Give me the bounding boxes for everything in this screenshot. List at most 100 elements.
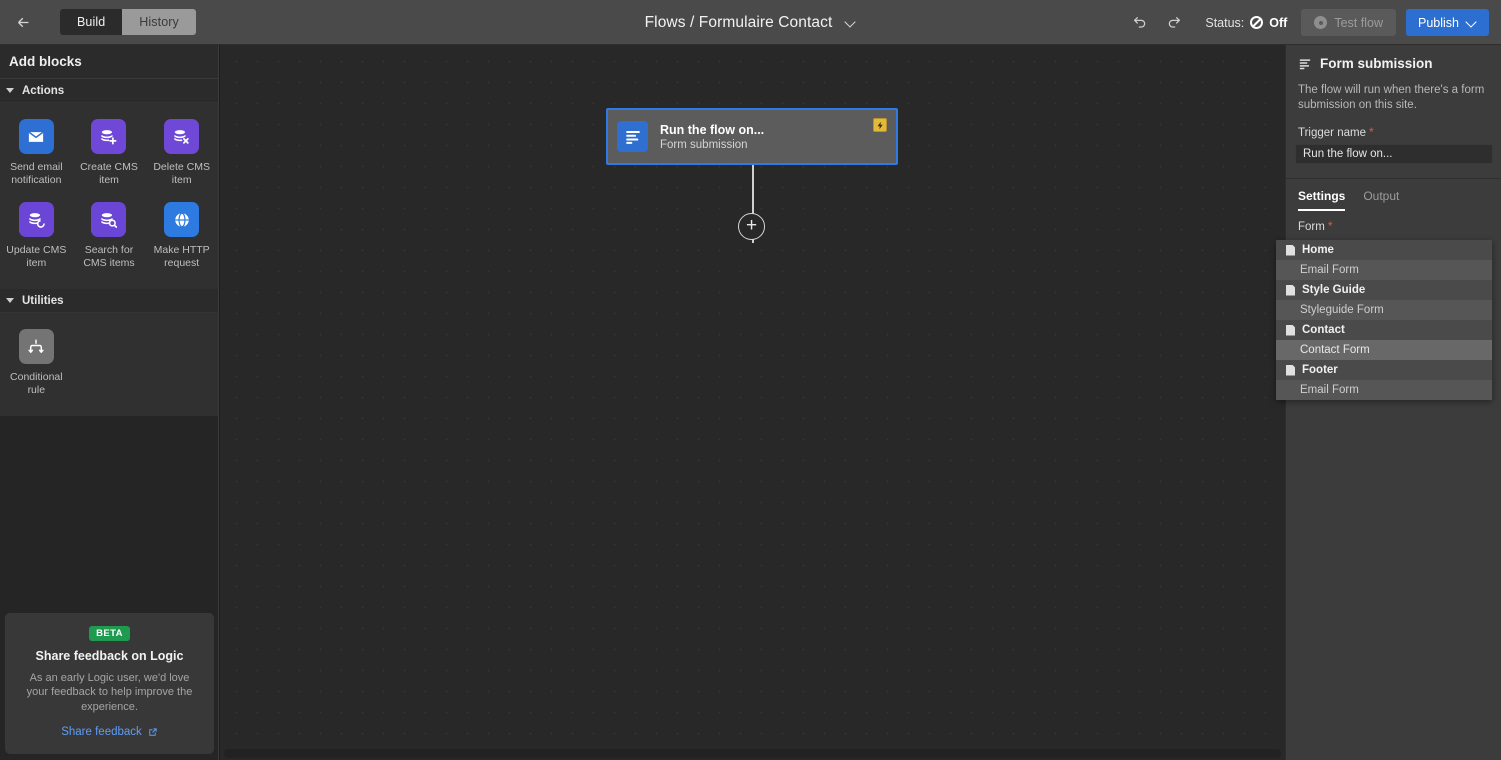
trigger-node-text: Run the flow on... Form submission — [660, 123, 764, 151]
required-marker: * — [1368, 125, 1374, 139]
play-icon — [1314, 16, 1328, 29]
page-title: Flows / Formulaire Contact — [644, 13, 833, 31]
flow-title-dropdown[interactable]: Flows / Formulaire Contact — [645, 14, 857, 32]
cms-plus-icon — [91, 119, 127, 154]
page-icon — [1286, 364, 1295, 376]
share-feedback-link[interactable]: Share feedback — [61, 726, 158, 738]
test-flow-label: Test flow — [1334, 15, 1383, 30]
block-label: Make HTTP request — [153, 244, 210, 269]
status-indicator: Status: Off — [1205, 16, 1287, 30]
trigger-node-title: Run the flow on... — [660, 122, 765, 137]
inspector-description: The flow will run when there's a form su… — [1298, 84, 1485, 111]
actions-block-grid: Send email notification Create CMS item — [0, 103, 218, 289]
section-title: Actions — [22, 84, 65, 97]
canvas-horizontal-scrollbar[interactable] — [224, 749, 1281, 758]
tab-output[interactable]: Output — [1363, 189, 1399, 211]
cms-search-icon — [91, 202, 127, 237]
add-node-button[interactable]: + — [738, 213, 765, 240]
trigger-node[interactable]: Run the flow on... Form submission — [606, 108, 898, 165]
chevron-down-icon — [6, 298, 14, 303]
status-value: Off — [1269, 15, 1288, 30]
top-bar-actions: Status: Off Test flow Publish — [1123, 0, 1489, 45]
chevron-down-icon — [846, 18, 856, 28]
block-label: Conditional rule — [10, 371, 63, 396]
redo-icon — [1169, 16, 1181, 28]
block-make-http-request[interactable]: Make HTTP request — [145, 196, 218, 279]
sidebar-header: Add blocks — [0, 45, 218, 79]
trigger-name-label-row: Trigger name * — [1286, 113, 1501, 144]
tab-settings[interactable]: Settings — [1298, 189, 1346, 211]
section-header-utilities[interactable]: Utilities — [0, 289, 218, 313]
dropdown-group: Style Guide — [1276, 280, 1492, 300]
arrow-left-icon — [17, 17, 28, 27]
page-icon — [1286, 284, 1295, 296]
form-submission-icon — [1299, 58, 1311, 69]
dropdown-option-label: Styleguide Form — [1300, 304, 1384, 316]
chevron-down-icon — [6, 88, 14, 93]
feedback-body: As an early Logic user, we'd love your f… — [26, 671, 193, 713]
block-conditional-rule[interactable]: Conditional rule — [0, 323, 73, 406]
globe-icon — [164, 202, 200, 237]
inspector-title: Form submission — [1320, 56, 1433, 71]
form-select-dropdown[interactable]: Home Email Form Style Guide Styleguide F… — [1276, 240, 1492, 400]
block-label: Send email notification — [10, 161, 63, 186]
dropdown-group-label: Footer — [1302, 364, 1338, 376]
test-flow-button[interactable]: Test flow — [1301, 9, 1396, 36]
undo-button[interactable] — [1125, 8, 1155, 38]
section-header-actions[interactable]: Actions — [0, 79, 218, 103]
external-link-icon — [149, 727, 157, 736]
form-label-row: Form * — [1286, 211, 1501, 238]
tab-build[interactable]: Build — [60, 9, 123, 35]
branch-icon — [18, 329, 54, 364]
dropdown-option-label: Contact Form — [1300, 344, 1370, 356]
block-create-cms-item[interactable]: Create CMS item — [73, 113, 146, 196]
block-label: Search for CMS items — [83, 244, 135, 269]
cms-x-icon — [164, 119, 200, 154]
block-send-email-notification[interactable]: Send email notification — [0, 113, 73, 196]
section-title: Utilities — [22, 294, 64, 307]
block-label: Delete CMS item — [153, 161, 210, 186]
publish-button[interactable]: Publish — [1406, 9, 1489, 36]
block-delete-cms-item[interactable]: Delete CMS item — [145, 113, 218, 196]
plus-icon: + — [745, 215, 758, 236]
trigger-node-subtitle: Form submission — [660, 138, 748, 151]
block-label: Create CMS item — [80, 161, 138, 186]
form-label: Form — [1298, 221, 1325, 233]
publish-label: Publish — [1418, 15, 1459, 30]
back-button[interactable] — [0, 0, 46, 45]
page-icon — [1286, 244, 1295, 256]
inspector-panel: Form submission The flow will run when t… — [1276, 45, 1501, 760]
dropdown-group-label: Contact — [1302, 324, 1345, 336]
inspector-header: Form submission — [1286, 45, 1501, 83]
dropdown-option-label: Email Form — [1300, 264, 1359, 276]
cms-refresh-icon — [18, 202, 54, 237]
chevron-down-icon — [1467, 18, 1477, 28]
feedback-card: BETA Share feedback on Logic As an early… — [5, 612, 214, 754]
beta-badge: BETA — [89, 625, 130, 641]
page-icon — [1286, 324, 1295, 336]
top-bar: Build History Flows / Formulaire Contact… — [0, 0, 1501, 45]
block-update-cms-item[interactable]: Update CMS item — [0, 196, 73, 279]
lightning-icon — [873, 118, 887, 132]
dropdown-group-label: Home — [1302, 244, 1334, 256]
block-search-for-cms-items[interactable]: Search for CMS items — [73, 196, 146, 279]
trigger-name-input[interactable]: Run the flow on... — [1295, 144, 1493, 164]
block-label: Update CMS item — [6, 244, 67, 269]
tab-history[interactable]: History — [122, 9, 196, 35]
dropdown-option[interactable]: Email Form — [1276, 380, 1492, 400]
dropdown-option[interactable]: Styleguide Form — [1276, 300, 1492, 320]
add-blocks-sidebar: Add blocks Actions Send email notificati… — [0, 45, 219, 760]
flow-canvas[interactable]: Run the flow on... Form submission + — [220, 45, 1285, 760]
redo-button[interactable] — [1159, 8, 1189, 38]
dropdown-option-selected[interactable]: Contact Form — [1276, 340, 1492, 360]
status-label: Status: — [1205, 15, 1245, 30]
feedback-title: Share feedback on Logic — [35, 648, 184, 663]
off-icon — [1250, 16, 1264, 29]
dropdown-group: Contact — [1276, 320, 1492, 340]
dropdown-option[interactable]: Email Form — [1276, 260, 1492, 280]
trigger-name-label: Trigger name — [1298, 127, 1366, 139]
utilities-block-grid: Conditional rule — [0, 313, 218, 416]
share-feedback-label: Share feedback — [61, 726, 142, 738]
mode-segmented-control: Build History — [60, 9, 196, 35]
dropdown-group-label: Style Guide — [1302, 284, 1366, 296]
